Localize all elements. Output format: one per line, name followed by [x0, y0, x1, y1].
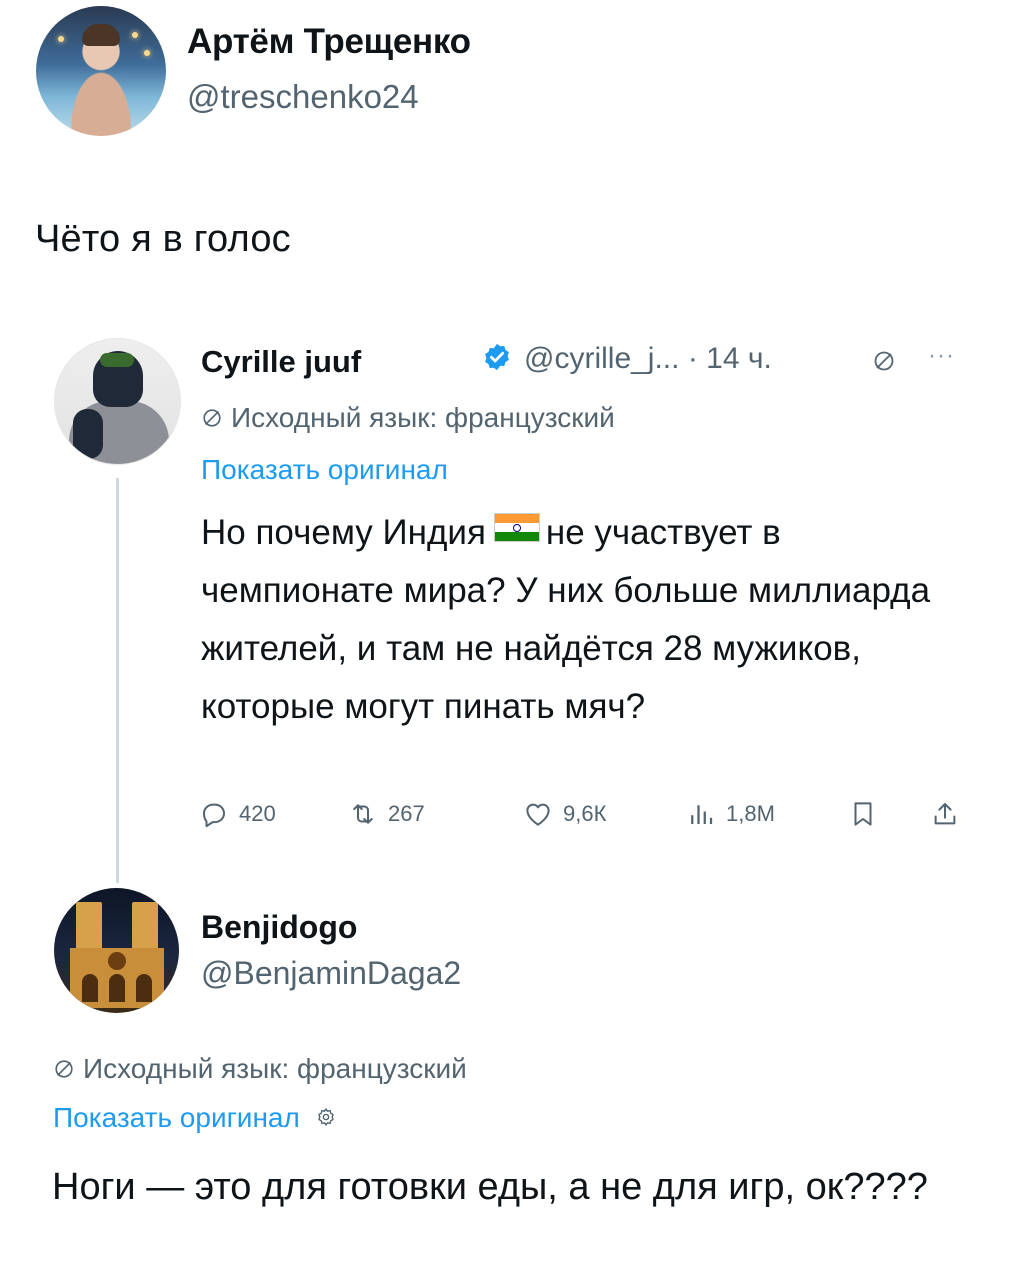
more-options-button[interactable]: ··· — [928, 342, 955, 370]
translation-note-text: Исходный язык: французский — [83, 1053, 467, 1084]
translation-note: Исходный язык: французский — [201, 402, 615, 434]
india-flag-icon — [493, 513, 540, 542]
author-handle[interactable]: @treschenko24 — [187, 78, 419, 116]
tweet-text: Но почему Индия не участвует в чемпионате… — [201, 504, 961, 736]
author-handle-and-time[interactable]: @cyrille_j... · 14 ч. — [524, 342, 772, 376]
retweet-button[interactable]: 267 — [348, 796, 425, 832]
gear-icon[interactable] — [314, 1106, 338, 1130]
retweet-icon — [353, 804, 373, 824]
tweet-text: Ноги — это для готовки еды, а не для игр… — [52, 1166, 928, 1208]
avatar-artem[interactable] — [36, 6, 166, 136]
translation-globe-icon — [874, 351, 894, 371]
author-handle[interactable]: @BenjaminDaga2 — [201, 955, 461, 992]
verified-badge-icon — [485, 343, 509, 371]
retweet-count: 267 — [388, 801, 425, 826]
translation-note: Исходный язык: французский — [53, 1053, 467, 1085]
bookmark-button[interactable] — [848, 796, 878, 832]
author-name[interactable]: Benjidogo — [201, 909, 357, 946]
show-original-row: Показать оригинал — [53, 1102, 338, 1134]
like-count: 9,6К — [563, 801, 607, 826]
thread-line — [116, 478, 119, 883]
avatar-cyrille[interactable] — [54, 338, 181, 465]
show-original-link[interactable]: Показать оригинал — [201, 454, 448, 486]
show-original-link[interactable]: Показать оригинал — [53, 1102, 300, 1133]
avatar-benjidogo[interactable] — [54, 888, 179, 1013]
tweet-text: Чёто я в голос — [35, 218, 291, 260]
reply-count: 420 — [239, 801, 276, 826]
share-button[interactable] — [930, 796, 960, 832]
views-count: 1,8М — [726, 801, 775, 826]
heart-icon — [526, 803, 550, 826]
bookmark-icon — [854, 802, 872, 826]
translation-globe-icon — [55, 1060, 73, 1078]
reply-icon — [203, 803, 225, 828]
reply-button[interactable]: 420 — [199, 796, 276, 832]
tweet-text-part-1: Но почему Индия — [201, 513, 486, 552]
views-button[interactable]: 1,8М — [686, 796, 775, 832]
author-name[interactable]: Cyrille juuf — [201, 344, 361, 380]
author-name[interactable]: Артём Трещенко — [187, 22, 471, 62]
translation-globe-icon — [203, 409, 221, 427]
views-chart-icon — [691, 805, 713, 824]
like-button[interactable]: 9,6К — [523, 796, 606, 832]
share-icon — [934, 803, 956, 825]
translation-note-text: Исходный язык: французский — [231, 402, 615, 433]
